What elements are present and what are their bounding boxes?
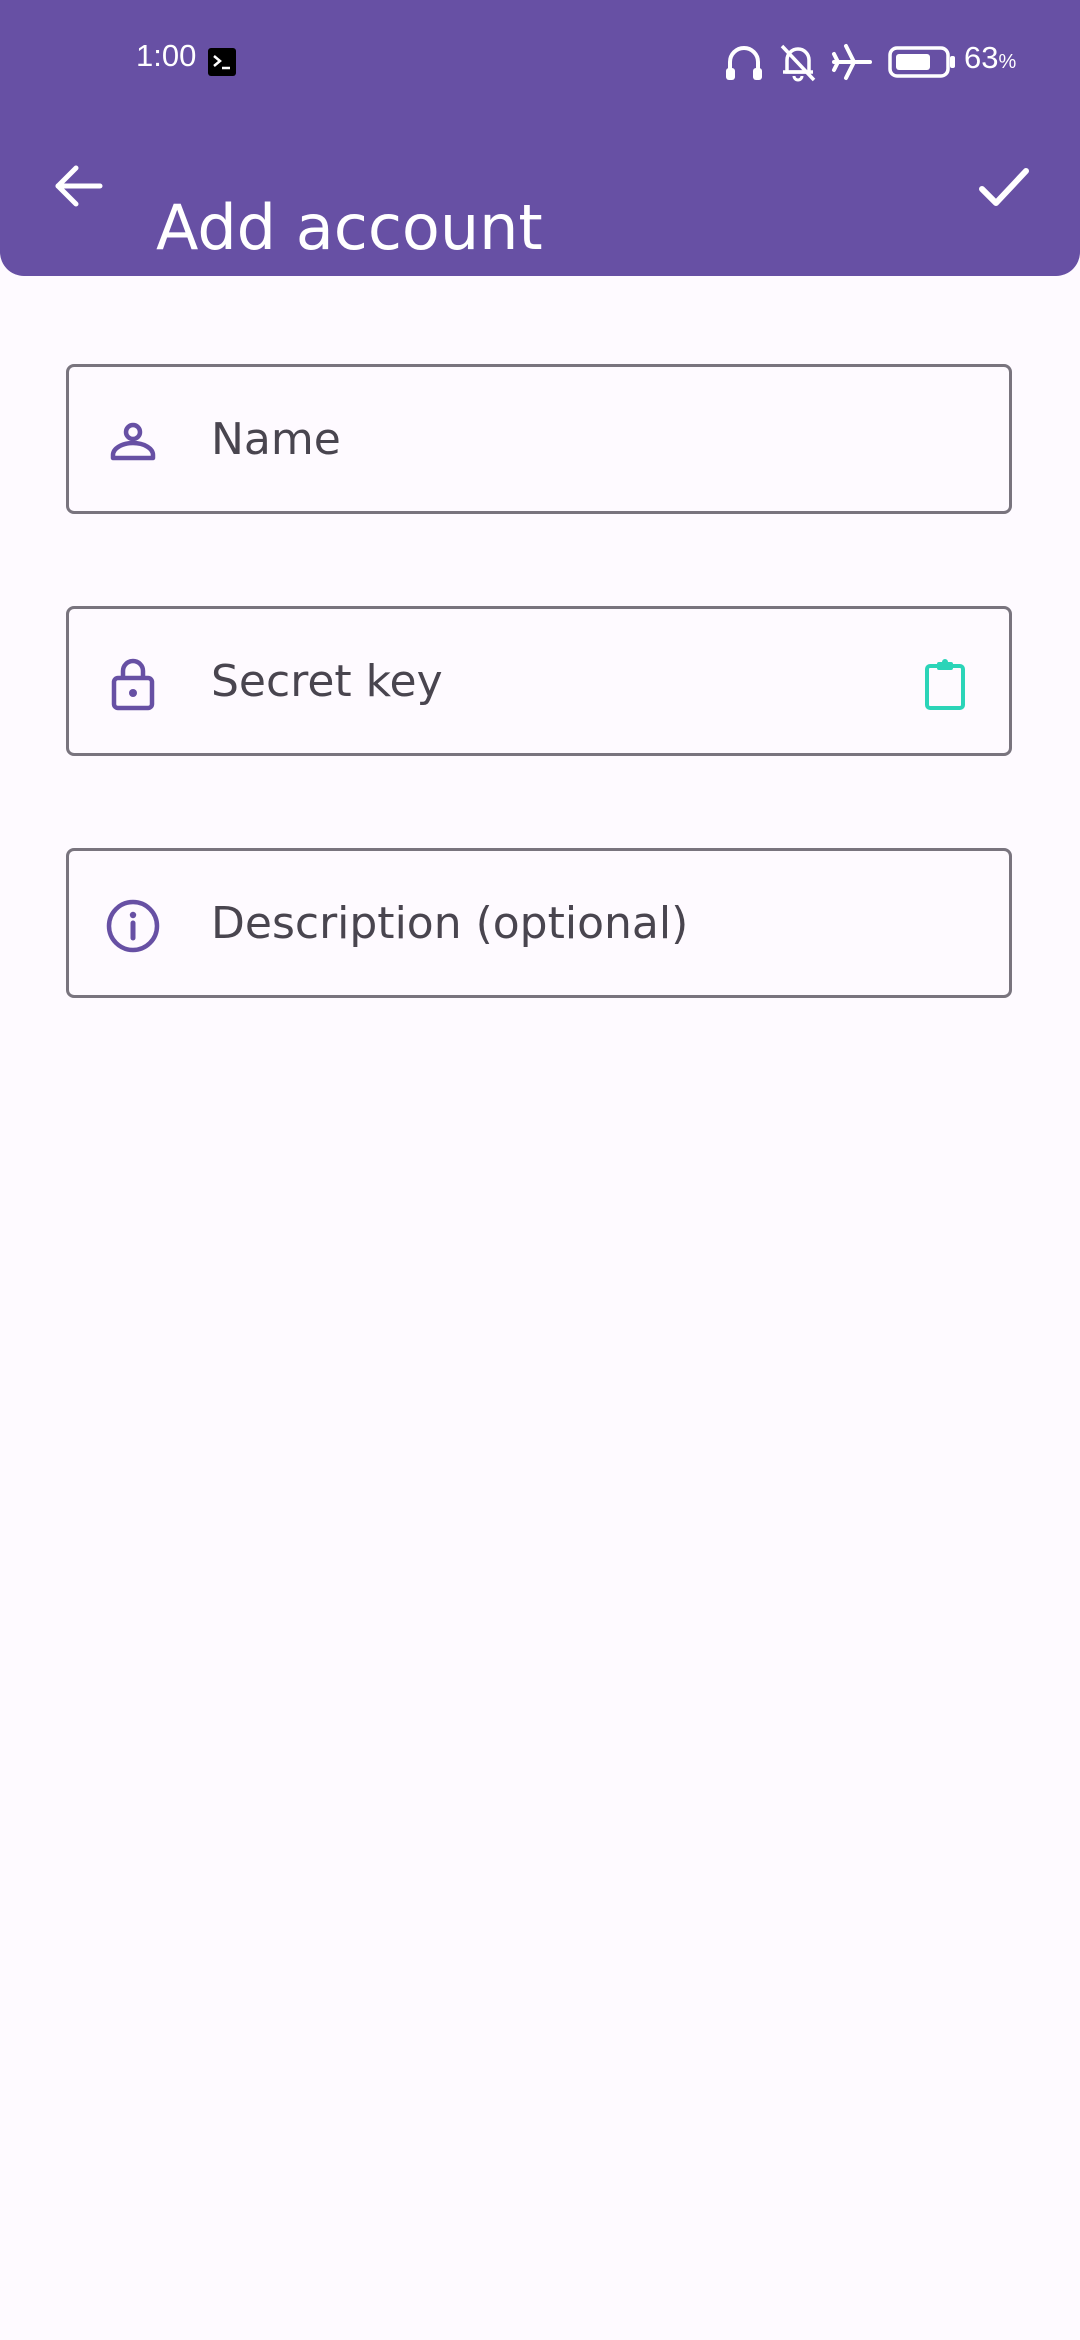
- description-field[interactable]: [66, 848, 1012, 998]
- airplane-icon: [832, 44, 872, 80]
- app-bar: 1:00 63% Add account: [0, 0, 1080, 276]
- battery-percentage: 63%: [964, 40, 1017, 75]
- notifications-off-icon: [780, 44, 816, 82]
- arrow-back-icon: [55, 165, 103, 207]
- save-button[interactable]: [968, 152, 1040, 224]
- paste-button[interactable]: [915, 654, 975, 714]
- headphones-icon: [726, 46, 762, 80]
- info-icon: [106, 899, 160, 953]
- battery-icon: [888, 46, 955, 78]
- back-button[interactable]: [44, 152, 112, 220]
- name-input[interactable]: [211, 397, 931, 481]
- name-field[interactable]: [66, 364, 1012, 514]
- secret-key-input[interactable]: [211, 639, 931, 723]
- page-title: Add account: [156, 190, 543, 264]
- secret-key-field[interactable]: [66, 606, 1012, 756]
- description-input[interactable]: [211, 881, 931, 965]
- clipboard-paste-icon: [925, 659, 965, 710]
- check-icon: [979, 168, 1029, 206]
- person-icon: [110, 422, 156, 461]
- status-time: 1:00: [136, 38, 197, 73]
- terminal-icon: [208, 48, 236, 76]
- lock-icon: [111, 658, 155, 711]
